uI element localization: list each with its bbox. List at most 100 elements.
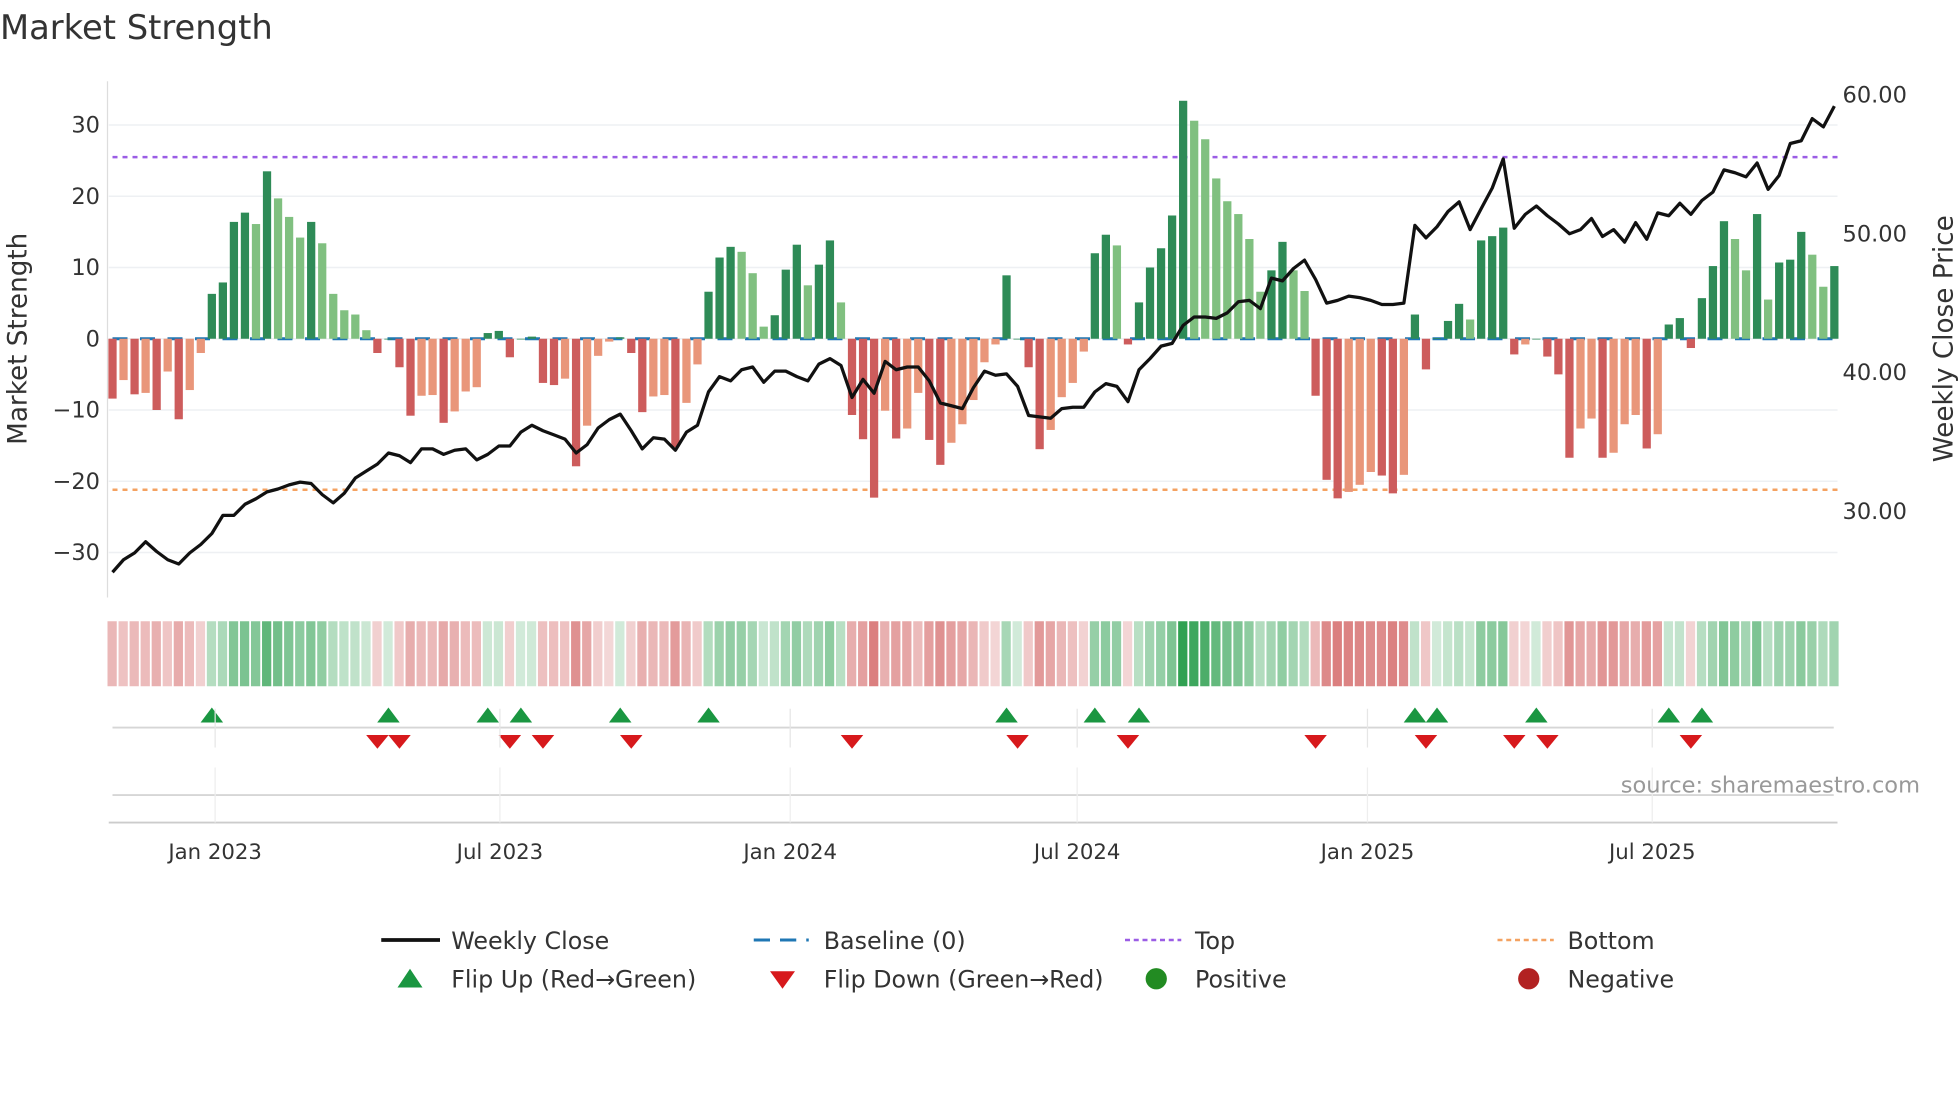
heat-cell (571, 621, 581, 687)
strength-bar (384, 338, 393, 340)
strength-bar (847, 338, 857, 415)
flip-up-marker (1525, 707, 1548, 723)
strength-bar (1333, 338, 1342, 499)
strength-bar (240, 212, 250, 339)
strength-bar (1830, 266, 1839, 339)
flip-down-marker (1414, 735, 1438, 749)
strength-bar (1653, 338, 1662, 435)
heat-cell (1685, 621, 1696, 687)
strength-bar (781, 269, 790, 339)
heat-cell (1829, 621, 1839, 687)
heat-cell (206, 621, 217, 687)
strength-bar (803, 285, 812, 339)
strength-bar (1190, 120, 1199, 339)
heat-cell (1089, 621, 1100, 687)
flip-down-marker (366, 735, 389, 749)
strength-bar (1598, 338, 1607, 458)
flip-down-marker (1304, 735, 1327, 749)
y-tick-label: −30 (53, 540, 100, 566)
strength-bar (218, 282, 227, 339)
heat-cell (824, 621, 835, 687)
strength-bar (163, 338, 172, 372)
flip-up-marker (697, 707, 720, 723)
heat-cell (526, 621, 537, 687)
heat-cell (1266, 621, 1276, 687)
strength-bar (119, 338, 128, 381)
heat-cell (1663, 621, 1674, 687)
strength-bar (1477, 240, 1486, 339)
strength-bar (616, 337, 625, 339)
strength-bar (1068, 338, 1077, 383)
strength-bar (748, 273, 757, 339)
strength-bar (1201, 139, 1210, 339)
heat-cell (151, 621, 161, 687)
heat-cell (306, 621, 316, 687)
flip-up-marker (608, 707, 632, 723)
heat-cell (560, 621, 570, 687)
strength-bar (1311, 338, 1320, 396)
heat-cell (1255, 621, 1265, 687)
y-tick-label: −10 (53, 398, 100, 424)
strength-bar (1101, 234, 1110, 339)
strength-bar (1344, 338, 1353, 492)
heat-cell (217, 621, 228, 687)
strength-bar (1697, 298, 1707, 339)
heat-cell (637, 621, 647, 687)
flip-up-marker (509, 707, 533, 723)
flip-down-marker (1679, 735, 1703, 749)
strength-bar (1223, 201, 1232, 339)
heat-cell (1476, 621, 1486, 687)
heat-cell (1575, 621, 1585, 687)
strength-bar (428, 338, 437, 396)
heat-cell (1520, 621, 1530, 687)
strength-bar (351, 314, 360, 339)
strength-bar (130, 338, 139, 395)
heat-cell (1056, 621, 1066, 687)
strength-bar (406, 338, 415, 416)
heat-cell (968, 621, 978, 687)
heat-cell (1752, 621, 1762, 687)
strength-bar (1377, 338, 1386, 476)
flip-down-marker (620, 735, 643, 749)
strength-bar (770, 315, 779, 339)
strength-bar (1764, 299, 1773, 339)
strength-bar (1465, 319, 1475, 339)
heat-cell (460, 621, 470, 687)
heat-cell (427, 621, 437, 687)
strength-bar (251, 224, 261, 339)
strength-bar (1234, 214, 1243, 339)
heat-cell (692, 621, 702, 687)
heat-cell (582, 621, 592, 687)
heat-cell (681, 621, 691, 687)
strength-bar (494, 330, 503, 339)
heat-cell (1310, 621, 1320, 687)
y2-tick-label: 40.00 (1843, 360, 1907, 386)
heat-cell (714, 621, 724, 687)
legend-label: Flip Down (Green→Red) (824, 966, 1104, 994)
flip-down-marker (1116, 735, 1140, 749)
heat-cell (482, 621, 493, 687)
flip-down-marker (1503, 735, 1526, 749)
strength-bar (980, 338, 989, 363)
heat-cell (295, 621, 305, 687)
strength-bar (858, 338, 868, 440)
strength-bar (1013, 338, 1022, 340)
flip-up-marker (1425, 707, 1449, 723)
strength-bar (538, 338, 548, 383)
heat-cell (1730, 621, 1740, 687)
flip-down-marker (531, 735, 555, 749)
heat-cell (1288, 621, 1298, 687)
strength-bar (273, 198, 283, 339)
heat-cell (1167, 621, 1177, 687)
legend: Weekly Close Baseline (0) Top Bottom Flip Up… (381, 927, 1674, 994)
heat-cell (449, 621, 459, 687)
heat-cell (1652, 621, 1662, 687)
y-tick-label: 20 (71, 184, 100, 210)
strength-bar (108, 338, 117, 399)
strength-bar (682, 338, 691, 403)
heat-cell (1100, 621, 1111, 687)
flip-up-marker (1127, 707, 1151, 723)
strength-bar (560, 338, 570, 379)
heat-cell (769, 621, 779, 687)
y-tick-label: 0 (86, 326, 100, 352)
